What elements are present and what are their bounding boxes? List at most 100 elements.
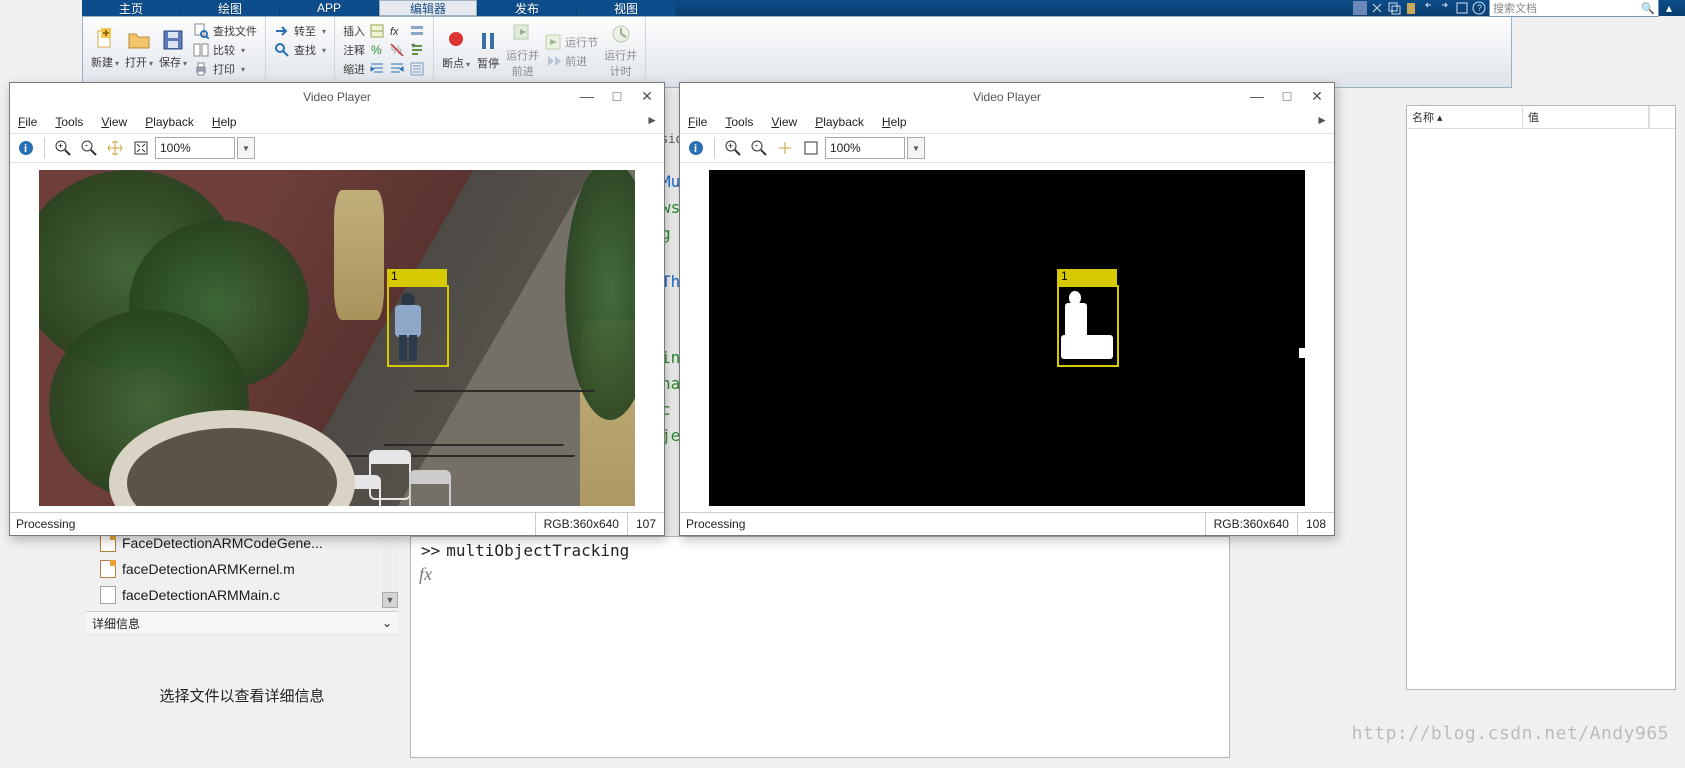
indent-out-icon[interactable] (389, 61, 405, 77)
list-item[interactable]: faceDetectionARMKernel.m (86, 556, 398, 582)
indent-label: 缩进 (343, 61, 365, 77)
find-label: 查找 (294, 42, 316, 58)
qat-help-icon[interactable]: ? (1472, 1, 1486, 15)
new-file-button[interactable]: 新建 (91, 28, 119, 70)
pan-icon[interactable] (773, 136, 797, 160)
list-item-label: FaceDetectionARMCodeGene... (122, 535, 323, 551)
command-prompt: >> (421, 541, 440, 560)
find-button[interactable]: 查找 (274, 42, 326, 58)
pause-label: 暂停 (477, 55, 499, 71)
tab-editor[interactable]: 编辑器 (379, 0, 477, 16)
menu-help[interactable]: Help (212, 115, 237, 129)
qat-paste-icon[interactable] (1404, 1, 1418, 15)
print-label: 打印 (213, 61, 235, 77)
qat-cut-icon[interactable] (1370, 1, 1384, 15)
menu-tools[interactable]: Tools (725, 115, 753, 129)
smart-indent-icon[interactable] (409, 61, 425, 77)
minimize-button[interactable]: — (572, 85, 602, 107)
save-button[interactable]: 保存 (159, 28, 187, 70)
qat-undo-icon[interactable] (1421, 1, 1435, 15)
minimize-ribbon-icon[interactable]: ▴ (1662, 1, 1676, 15)
advance-button[interactable]: 前进 (545, 53, 598, 69)
workspace-panel: 名称 ▴ 值 (1406, 105, 1676, 690)
toolbar-separator (714, 138, 715, 158)
menu-playback[interactable]: Playback (815, 115, 864, 129)
minimize-button[interactable]: — (1242, 85, 1272, 107)
window-titlebar[interactable]: Video Player — □ ✕ (10, 83, 664, 111)
tab-apps[interactable]: APP (280, 0, 378, 16)
ribbon: 主页 绘图 APP 编辑器 发布 视图 新建 打开 (82, 0, 1512, 88)
zoom-value[interactable]: 100% (825, 137, 905, 159)
scroll-down-icon[interactable]: ▼ (382, 592, 398, 608)
tab-publish[interactable]: 发布 (478, 0, 576, 16)
zoom-value[interactable]: 100% (155, 137, 235, 159)
tab-plots[interactable]: 绘图 (181, 0, 279, 16)
status-bar: Processing RGB:360x640 107 (10, 512, 664, 535)
zoom-in-icon[interactable]: + (51, 136, 75, 160)
folder-scrollbar[interactable]: ▼ (382, 530, 398, 608)
maximize-button[interactable]: □ (602, 85, 632, 107)
menu-help[interactable]: Help (882, 115, 907, 129)
workspace-col-name[interactable]: 名称 ▴ (1407, 106, 1523, 128)
insert-label-line: 插入 fx (343, 23, 425, 39)
pause-icon (476, 29, 500, 53)
goto-button[interactable]: 转至 (274, 23, 326, 39)
zoom-dropdown[interactable]: ▼ (237, 137, 255, 159)
pin-toolbar-icon[interactable]: ► (646, 113, 658, 127)
run-time-button[interactable]: 运行并 计时 (604, 21, 637, 79)
tab-home[interactable]: 主页 (82, 0, 180, 16)
zoom-out-icon[interactable]: - (747, 136, 771, 160)
svg-text:?: ? (1477, 3, 1482, 13)
fx-prompt-icon[interactable]: fx (411, 564, 439, 584)
menu-file[interactable]: File (688, 115, 707, 129)
maximize-button[interactable]: □ (1272, 85, 1302, 107)
window-titlebar[interactable]: Video Player — □ ✕ (680, 83, 1334, 111)
find-files-button[interactable]: 查找文件 (193, 23, 257, 39)
pause-button[interactable]: 暂停 (476, 29, 500, 71)
zoom-out-icon[interactable]: - (77, 136, 101, 160)
insert-more-icon[interactable] (409, 23, 425, 39)
comment-wrap-icon[interactable] (409, 42, 425, 58)
fit-icon[interactable] (129, 136, 153, 160)
fit-icon[interactable] (799, 136, 823, 160)
menu-playback[interactable]: Playback (145, 115, 194, 129)
insert-fx-icon[interactable]: fx (389, 23, 405, 39)
menu-file[interactable]: File (18, 115, 37, 129)
chevron-down-icon[interactable]: ⌄ (382, 616, 392, 630)
tab-view[interactable]: 视图 (577, 0, 675, 16)
zoom-in-icon[interactable]: + (721, 136, 745, 160)
comment-remove-icon[interactable]: % (389, 42, 405, 58)
open-file-button[interactable]: 打开 (125, 28, 153, 70)
info-icon[interactable]: i (14, 136, 38, 160)
print-button[interactable]: 打印 (193, 61, 257, 77)
qat-switch-windows-icon[interactable] (1455, 1, 1469, 15)
insert-section-icon[interactable] (369, 23, 385, 39)
workspace-col-value[interactable]: 值 (1523, 106, 1649, 128)
indent-in-icon[interactable] (369, 61, 385, 77)
qat-copy-icon[interactable] (1387, 1, 1401, 15)
comment-add-icon[interactable]: % (369, 42, 385, 58)
doc-search-go-icon[interactable]: 🔍 (1641, 2, 1655, 15)
qat-save-icon[interactable] (1353, 1, 1367, 15)
doc-search-input[interactable]: 搜索文档 🔍 (1489, 0, 1659, 17)
details-header[interactable]: 详细信息 ⌄ (86, 612, 398, 635)
close-button[interactable]: ✕ (1302, 85, 1332, 107)
info-icon[interactable]: i (684, 136, 708, 160)
run-advance-button[interactable]: 运行并 前进 (506, 21, 539, 79)
menu-tools[interactable]: Tools (55, 115, 83, 129)
zoom-dropdown[interactable]: ▼ (907, 137, 925, 159)
details-panel: 详细信息 ⌄ 选择文件以查看详细信息 (86, 611, 398, 755)
list-item[interactable]: faceDetectionARMMain.c (86, 582, 398, 608)
run-section-button[interactable]: 运行节 (545, 34, 598, 50)
breakpoints-button[interactable]: 断点 (442, 29, 470, 71)
pan-icon[interactable] (103, 136, 127, 160)
menu-view[interactable]: View (771, 115, 797, 129)
qat-redo-icon[interactable] (1438, 1, 1452, 15)
status-frame: 107 (627, 513, 664, 535)
compare-button[interactable]: 比较 (193, 42, 257, 58)
menu-view[interactable]: View (101, 115, 127, 129)
cfile-icon (100, 586, 116, 604)
command-window[interactable]: >> multiObjectTracking fx (410, 536, 1230, 758)
close-button[interactable]: ✕ (632, 85, 662, 107)
pin-toolbar-icon[interactable]: ► (1316, 113, 1328, 127)
